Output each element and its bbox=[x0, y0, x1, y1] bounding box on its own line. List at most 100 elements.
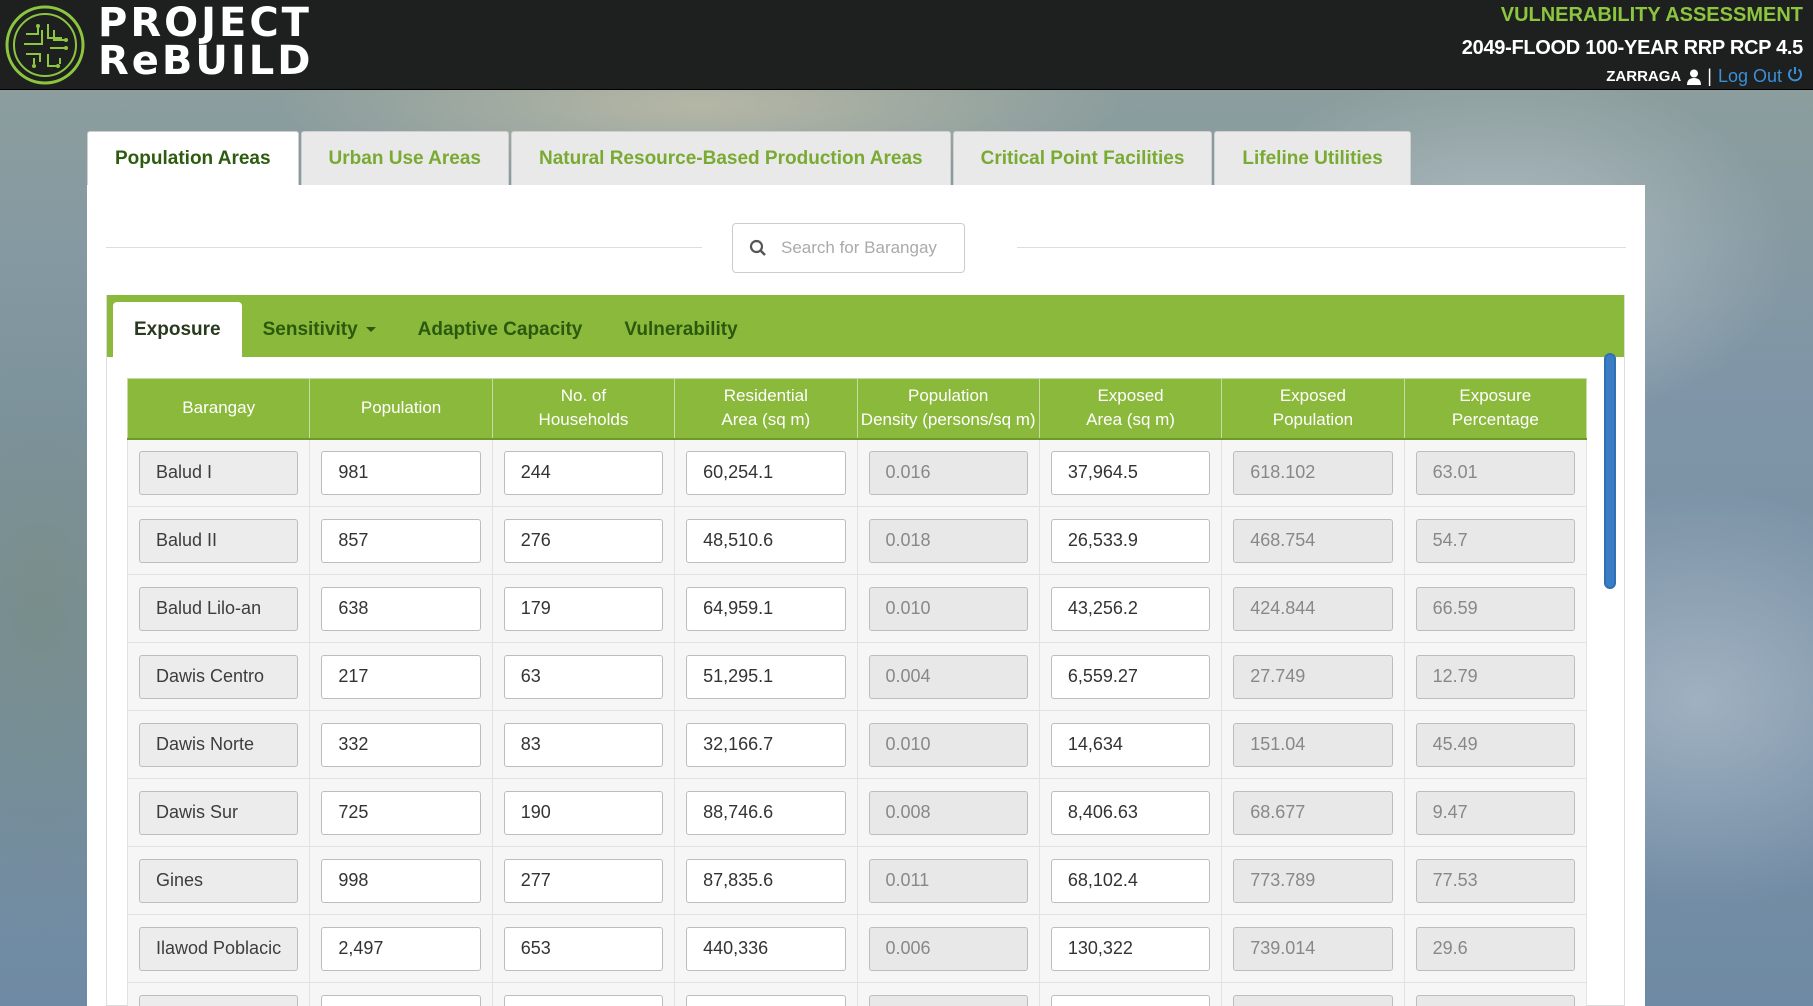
value-input[interactable]: 179 bbox=[503, 586, 664, 631]
logo-line-2: ReBUILD bbox=[98, 38, 314, 84]
table-cell: 6,559.27 bbox=[1038, 642, 1223, 711]
value-input[interactable]: 2,497 bbox=[321, 926, 481, 971]
tab-vulnerability[interactable]: Vulnerability bbox=[603, 302, 758, 357]
value-input[interactable] bbox=[321, 994, 481, 1006]
table-cell: 9.47 bbox=[1403, 778, 1587, 847]
computed-value-field: 0.010 bbox=[868, 722, 1028, 767]
computed-value-field: 0.008 bbox=[868, 790, 1028, 835]
value-input[interactable]: 857 bbox=[321, 518, 481, 563]
value-input[interactable]: 60,254.1 bbox=[686, 450, 846, 495]
column-header-line: Exposure bbox=[1459, 386, 1532, 406]
value-input[interactable]: 51,295.1 bbox=[686, 654, 846, 699]
value-input[interactable]: 32,166.7 bbox=[686, 722, 846, 767]
value-input[interactable]: 217 bbox=[321, 654, 481, 699]
table-cell: 857 bbox=[309, 506, 493, 575]
table-cell: 68,102.4 bbox=[1038, 846, 1223, 915]
search-input[interactable] bbox=[781, 238, 951, 258]
table-cell: 63 bbox=[491, 642, 676, 711]
tab-population-areas[interactable]: Population Areas bbox=[87, 131, 299, 186]
tab-lifeline-utilities[interactable]: Lifeline Utilities bbox=[1214, 131, 1411, 186]
column-header: No. of Households bbox=[491, 378, 676, 440]
barangay-name-field: Dawis Sur bbox=[139, 790, 299, 835]
value-input[interactable]: 244 bbox=[503, 450, 664, 495]
tab-natural-resource-production-areas[interactable]: Natural Resource-Based Production Areas bbox=[510, 131, 951, 186]
logout-label: Log Out bbox=[1717, 66, 1782, 86]
value-input[interactable]: 725 bbox=[321, 790, 481, 835]
tab-critical-point-facilities[interactable]: Critical Point Facilities bbox=[952, 131, 1213, 186]
table-cell: 0.006 bbox=[856, 914, 1040, 983]
computed-value-field: 424.844 bbox=[1233, 586, 1393, 631]
table-cell bbox=[1038, 982, 1223, 1006]
column-header-line: Percentage bbox=[1451, 410, 1539, 430]
divider-left bbox=[106, 247, 702, 248]
value-input[interactable]: 653 bbox=[503, 926, 664, 971]
value-input[interactable]: 83 bbox=[503, 722, 664, 767]
table-row: Dawis Sur 725 190 88,746.6 0.008 8,406.63 68.6… bbox=[127, 778, 1587, 847]
scrollbar-thumb[interactable] bbox=[1604, 353, 1616, 589]
computed-value-field: 45.49 bbox=[1415, 722, 1575, 767]
value-input[interactable]: 8,406.63 bbox=[1050, 790, 1211, 835]
computed-value-field: 68.677 bbox=[1233, 790, 1393, 835]
value-input[interactable] bbox=[686, 994, 846, 1006]
value-input[interactable]: 440,336 bbox=[686, 926, 846, 971]
computed-value-field: 739.014 bbox=[1233, 926, 1393, 971]
table-cell bbox=[1221, 982, 1405, 1006]
value-input[interactable]: 638 bbox=[321, 586, 481, 631]
barangay-name-field: Balud Lilo-an bbox=[139, 586, 299, 631]
value-input[interactable]: 276 bbox=[503, 518, 664, 563]
app-header: PROJECT ReBUILD VULNERABILITY ASSESSMENT… bbox=[0, 0, 1813, 90]
table-cell: 83 bbox=[491, 710, 676, 779]
user-name: ZARRAGA bbox=[1606, 68, 1682, 85]
table-cell: 54.7 bbox=[1403, 506, 1587, 575]
value-input[interactable]: 130,322 bbox=[1050, 926, 1211, 971]
table-cell: 29.6 bbox=[1403, 914, 1587, 983]
tab-urban-use-areas[interactable]: Urban Use Areas bbox=[300, 131, 509, 186]
table-cell: 77.53 bbox=[1403, 846, 1587, 915]
table-row: Dawis Centro 217 63 51,295.1 0.004 6,559.27 27… bbox=[127, 642, 1587, 711]
table-cell: Balud II bbox=[127, 506, 311, 575]
table-cell bbox=[1403, 982, 1587, 1006]
value-input[interactable]: 981 bbox=[321, 450, 481, 495]
table-cell: 773.789 bbox=[1221, 846, 1405, 915]
table-row bbox=[127, 982, 1587, 1006]
tab-sensitivity[interactable]: Sensitivity bbox=[242, 302, 397, 357]
value-input[interactable]: 14,634 bbox=[1050, 722, 1211, 767]
tab-adaptive-capacity[interactable]: Adaptive Capacity bbox=[397, 302, 604, 357]
value-input[interactable]: 48,510.6 bbox=[686, 518, 846, 563]
computed-value-field bbox=[868, 994, 1028, 1006]
tab-exposure[interactable]: Exposure bbox=[113, 302, 242, 357]
exposure-table-container: Barangay Population No. of Households Reside… bbox=[127, 378, 1587, 1006]
value-input[interactable]: 37,964.5 bbox=[1050, 450, 1211, 495]
computed-value-field: 0.006 bbox=[868, 926, 1028, 971]
computed-value-field: 0.018 bbox=[868, 518, 1028, 563]
value-input[interactable]: 68,102.4 bbox=[1050, 858, 1211, 903]
table-cell: 45.49 bbox=[1403, 710, 1587, 779]
vertical-scrollbar[interactable] bbox=[1604, 350, 1616, 1006]
value-input[interactable]: 64,959.1 bbox=[686, 586, 846, 631]
value-input[interactable] bbox=[1050, 994, 1211, 1006]
tab-adaptive-capacity-label: Adaptive Capacity bbox=[417, 318, 583, 340]
value-input[interactable]: 63 bbox=[503, 654, 664, 699]
table-row: Balud II 857 276 48,510.6 0.018 26,533.9 468.7… bbox=[127, 506, 1587, 575]
table-cell: 179 bbox=[491, 574, 676, 643]
value-input[interactable]: 998 bbox=[321, 858, 481, 903]
value-input[interactable]: 88,746.6 bbox=[686, 790, 846, 835]
value-input[interactable]: 87,835.6 bbox=[686, 858, 846, 903]
value-input[interactable]: 43,256.2 bbox=[1050, 586, 1211, 631]
value-input[interactable]: 26,533.9 bbox=[1050, 518, 1211, 563]
table-row: Ilawod Poblacic 2,497 653 440,336 0.006 130,3… bbox=[127, 914, 1587, 983]
value-input[interactable] bbox=[503, 994, 664, 1006]
user-icon bbox=[1687, 69, 1702, 85]
value-input[interactable]: 277 bbox=[503, 858, 664, 903]
value-input[interactable]: 190 bbox=[503, 790, 664, 835]
value-input[interactable]: 6,559.27 bbox=[1050, 654, 1211, 699]
logout-link[interactable]: Log Out bbox=[1718, 66, 1803, 87]
barangay-search[interactable] bbox=[732, 223, 965, 273]
barangay-name-field: Ilawod Poblacic bbox=[139, 926, 299, 971]
computed-value-field: 66.59 bbox=[1415, 586, 1575, 631]
barangay-name-field: Gines bbox=[139, 858, 299, 903]
tab-sensitivity-label: Sensitivity bbox=[262, 318, 358, 340]
table-row: Dawis Norte 332 83 32,166.7 0.010 14,634 151.0… bbox=[127, 710, 1587, 779]
table-cell: Balud I bbox=[127, 438, 311, 507]
value-input[interactable]: 332 bbox=[321, 722, 481, 767]
